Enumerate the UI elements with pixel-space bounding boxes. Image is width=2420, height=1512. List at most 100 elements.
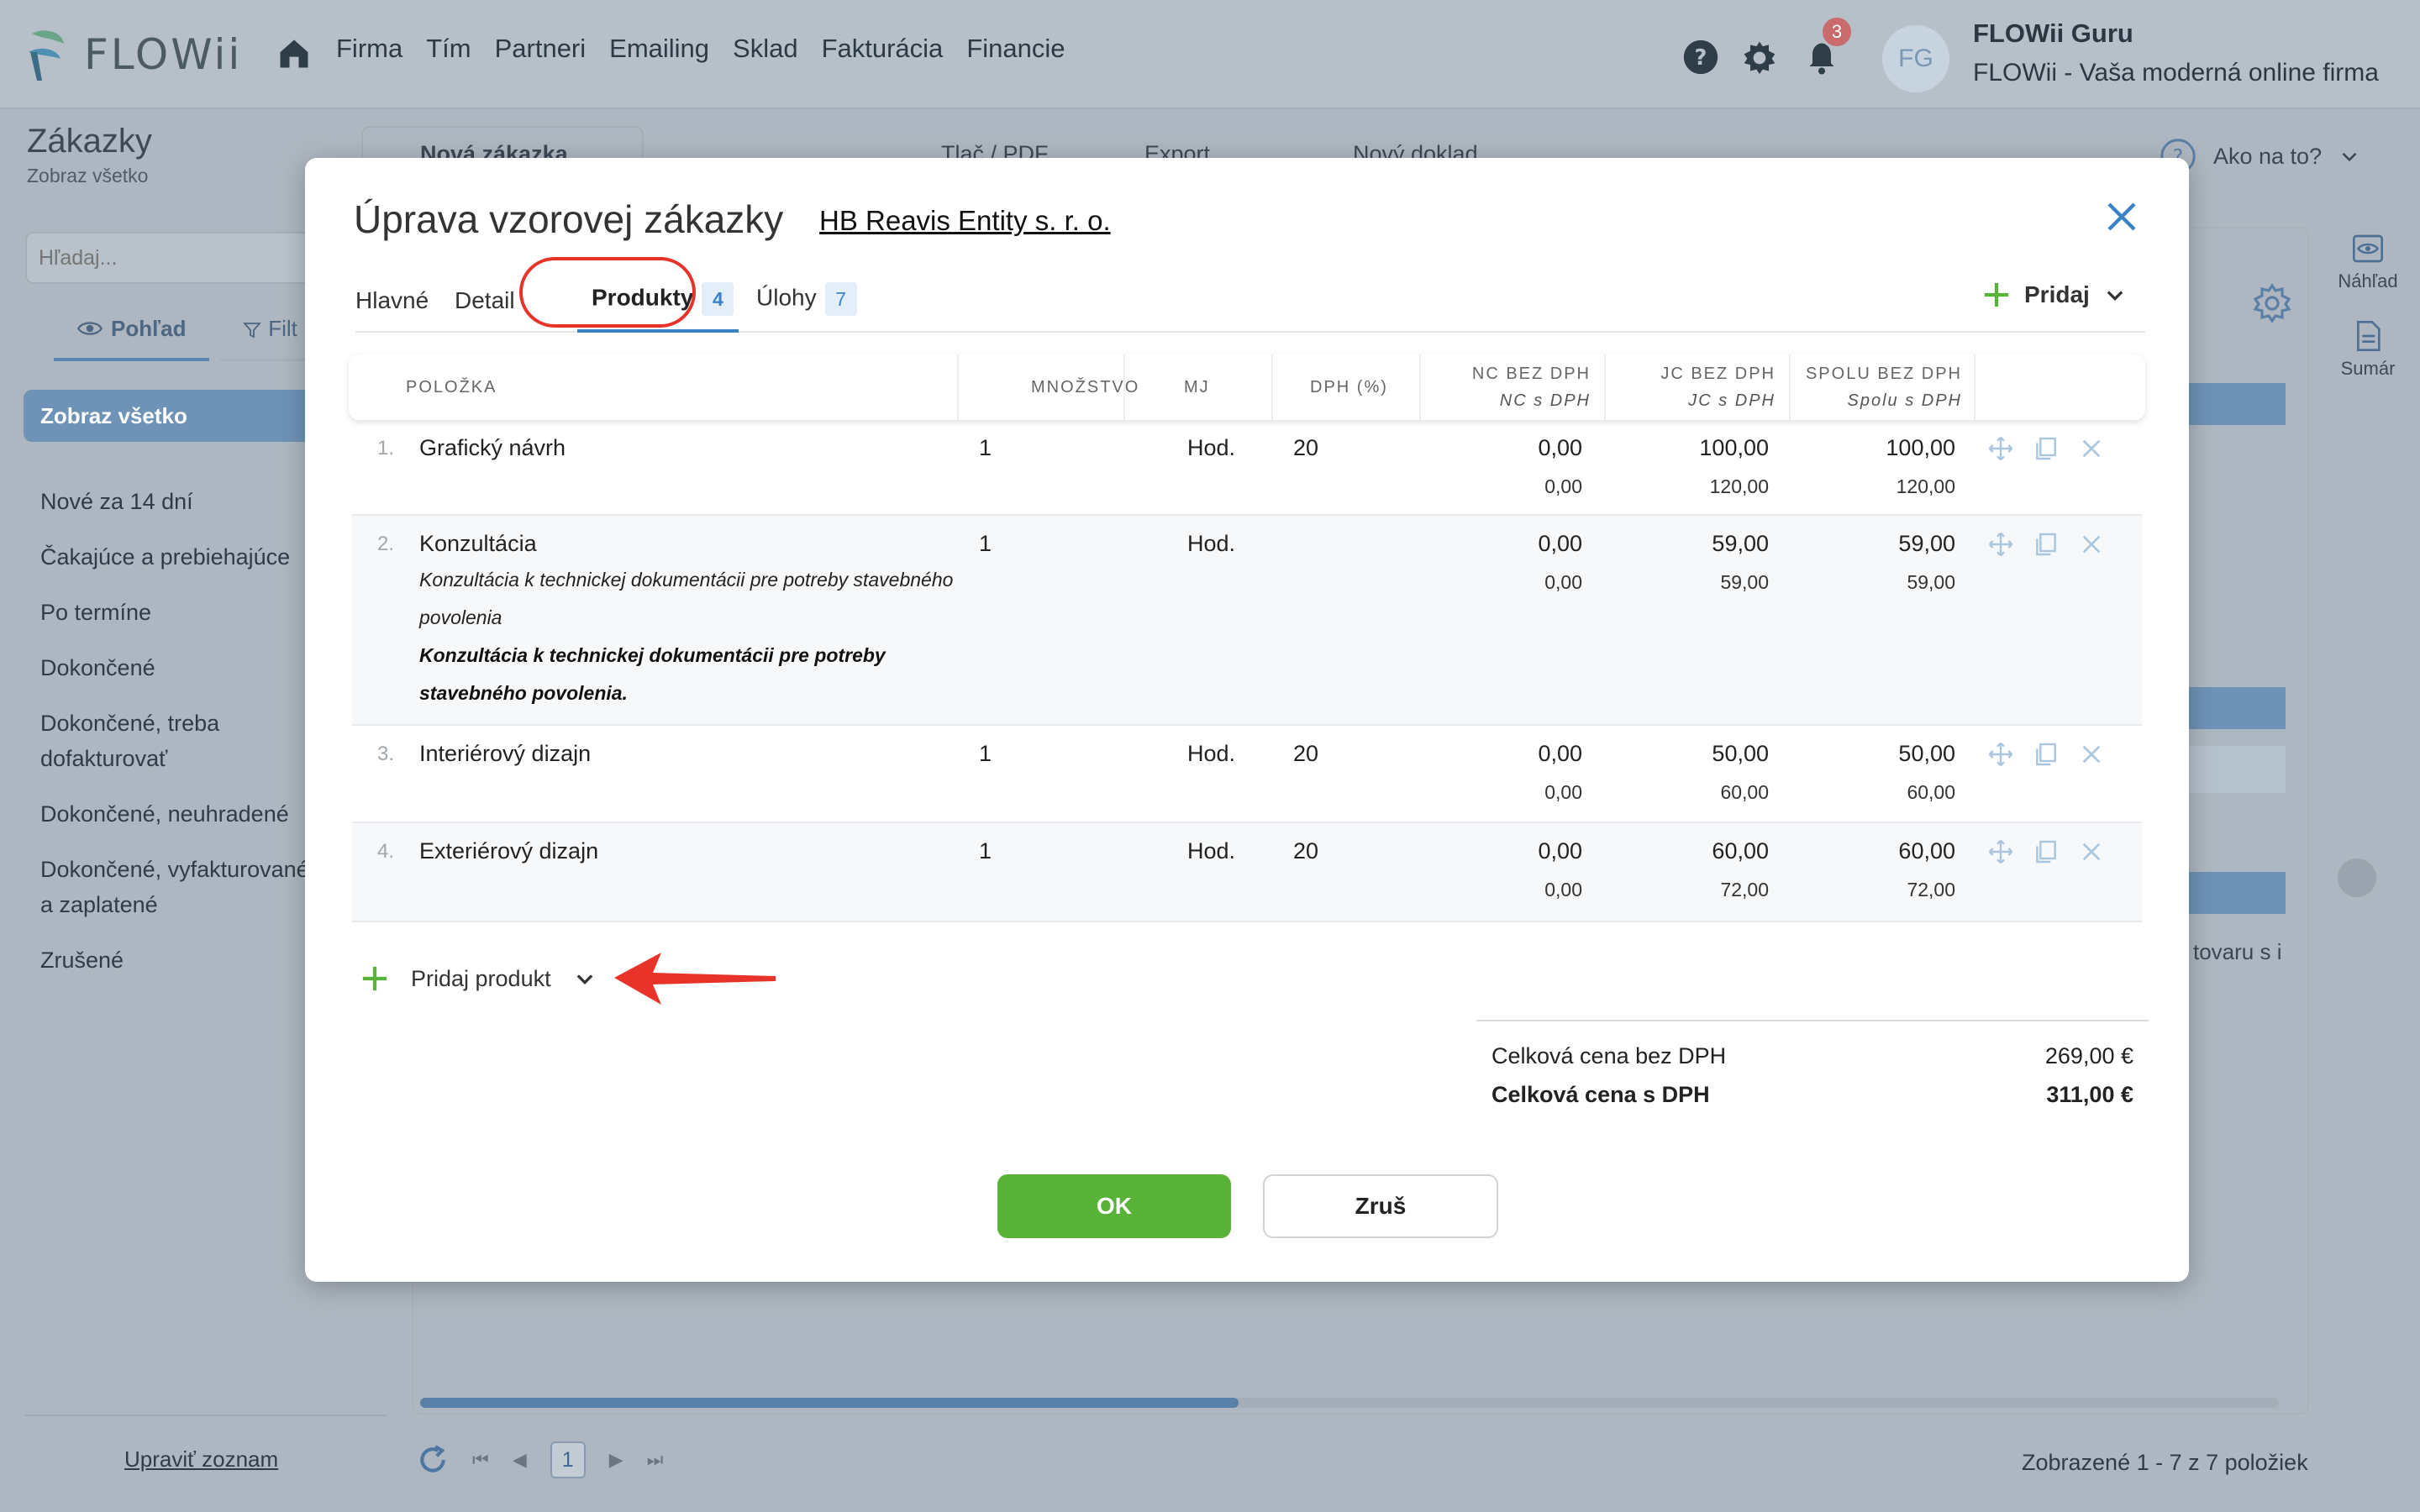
view-tab-label: Pohľad (111, 316, 187, 341)
product-unit[interactable]: Hod. (1187, 531, 1235, 557)
sidebar-item-show-all[interactable]: Zobraz všetko (24, 390, 326, 442)
sidebar-item[interactable]: Dokončené (40, 650, 318, 685)
nav-item-financie[interactable]: Financie (966, 34, 1065, 64)
copy-icon[interactable] (2033, 531, 2060, 558)
cancel-button[interactable]: Zruš (1263, 1174, 1498, 1238)
last-page-icon[interactable]: ⏭ (647, 1449, 664, 1471)
table-row[interactable]: 2. Konzultácia Konzultácia k technickej … (352, 516, 2142, 726)
table-row[interactable]: 1. Grafický návrh 1 Hod. 20 0,00 0,00 10… (352, 420, 2142, 516)
nav-item-partneri[interactable]: Partneri (495, 34, 587, 64)
product-name[interactable]: Exteriérový dizajn (419, 838, 598, 864)
modal-title: Úprava vzorovej zákazky (354, 197, 784, 241)
sidebar-item[interactable]: Dokončené, neuhradené (40, 796, 318, 832)
column-vat[interactable]: DPH (%) (1310, 378, 1388, 397)
delete-icon[interactable] (2078, 435, 2105, 462)
product-vat[interactable]: 20 (1293, 741, 1318, 767)
product-total: 50,00 (1898, 741, 1955, 766)
search-input[interactable] (25, 232, 311, 284)
add-dropdown-button[interactable]: Pridaj (1982, 281, 2127, 309)
product-quantity[interactable]: 1 (979, 435, 992, 461)
delete-icon[interactable] (2078, 531, 2105, 558)
product-nc[interactable]: 0,00 (1538, 435, 1582, 461)
delete-icon[interactable] (2078, 741, 2105, 768)
sidebar-item[interactable]: Nové za 14 dní (40, 484, 318, 519)
sidebar-item[interactable]: Čakajúce a prebiehajúce (40, 539, 318, 575)
column-separator (1974, 354, 1975, 420)
copy-icon[interactable] (2033, 838, 2060, 865)
product-total: 100,00 (1886, 435, 1955, 460)
preview-button[interactable]: Náhľad (2317, 232, 2418, 292)
product-vat[interactable]: 20 (1293, 435, 1318, 461)
home-icon[interactable] (276, 35, 313, 72)
order-totals: Celková cena bez DPH 269,00 € Celková ce… (1476, 1020, 2149, 1107)
product-quantity[interactable]: 1 (979, 531, 992, 557)
move-icon[interactable] (1987, 838, 2014, 865)
table-row[interactable]: 4. Exteriérový dizajn 1 Hod. 20 0,00 0,0… (352, 823, 2142, 922)
copy-icon[interactable] (2033, 741, 2060, 768)
delete-icon[interactable] (2078, 838, 2105, 865)
column-total[interactable]: SPOLU BEZ DPH (1806, 365, 1962, 384)
logo[interactable]: FLOWii (25, 25, 242, 84)
product-unit[interactable]: Hod. (1187, 435, 1235, 461)
copy-icon[interactable] (2033, 435, 2060, 462)
product-quantity[interactable]: 1 (979, 741, 992, 767)
edit-list-link[interactable]: Upraviť zoznam (124, 1446, 278, 1473)
move-icon[interactable] (1987, 531, 2014, 558)
sidebar-item[interactable]: Dokončené, treba dofakturovať (40, 706, 318, 776)
product-nc[interactable]: 0,00 (1538, 838, 1582, 864)
how-to-link[interactable]: ? Ako na to? (2160, 138, 2360, 175)
grid-settings-gear-icon[interactable] (2252, 282, 2292, 323)
client-link[interactable]: HB Reavis Entity s. r. o. (819, 205, 1111, 237)
total-with-vat-label: Celková cena s DPH (1491, 1082, 1710, 1107)
nav-item-emailing[interactable]: Emailing (609, 34, 709, 64)
table-row[interactable]: 3. Interiérový dizajn 1 Hod. 20 0,00 0,0… (352, 726, 2142, 823)
product-quantity[interactable]: 1 (979, 838, 992, 864)
tab-detail[interactable]: Detail (455, 287, 515, 343)
product-unit[interactable]: Hod. (1187, 741, 1235, 767)
column-jc[interactable]: JC BEZ DPH (1660, 365, 1776, 384)
product-nc[interactable]: 0,00 (1538, 531, 1582, 557)
tab-tasks[interactable]: Úlohy 7 (756, 282, 857, 338)
product-name[interactable]: Interiérový dizajn (419, 741, 591, 767)
sidebar-item[interactable]: Dokončené, vyfakturované a zaplatené (40, 852, 318, 922)
product-jc[interactable]: 59,00 (1712, 531, 1769, 557)
nav-item-fakturacia[interactable]: Fakturácia (822, 34, 944, 64)
close-icon[interactable] (2105, 200, 2139, 234)
product-jc[interactable]: 100,00 (1699, 435, 1769, 461)
help-icon[interactable]: ? (1682, 39, 1719, 76)
nav-item-sklad[interactable]: Sklad (733, 34, 798, 64)
sidebar-item[interactable]: Po termíne (40, 595, 318, 630)
scroll-left-button[interactable] (2338, 858, 2376, 897)
product-jc[interactable]: 60,00 (1712, 838, 1769, 864)
column-nc[interactable]: NC BEZ DPH (1472, 365, 1591, 384)
nav-item-firma[interactable]: Firma (336, 34, 402, 64)
move-icon[interactable] (1987, 741, 2014, 768)
settings-gear-icon[interactable] (1741, 39, 1778, 76)
product-jc[interactable]: 50,00 (1712, 741, 1769, 767)
column-unit[interactable]: MJ (1184, 378, 1210, 397)
add-product-button[interactable]: Pridaj produkt (360, 964, 597, 993)
refresh-icon[interactable] (417, 1444, 449, 1476)
chevron-down-icon[interactable] (573, 967, 597, 990)
column-item[interactable]: POLOŽKA (406, 378, 497, 397)
nav-item-tim[interactable]: Tím (426, 34, 471, 64)
ok-button[interactable]: OK (997, 1174, 1231, 1238)
product-vat[interactable]: 20 (1293, 838, 1318, 864)
product-nc[interactable]: 0,00 (1538, 741, 1582, 767)
chevron-down-icon (2107, 291, 2123, 301)
horizontal-scrollbar-thumb[interactable] (420, 1398, 1239, 1408)
avatar[interactable]: FG (1882, 25, 1949, 92)
tab-main[interactable]: Hlavné (355, 287, 429, 343)
user-company: FLOWii - Vaša moderná online firma (1973, 59, 2379, 87)
current-page-box[interactable]: 1 (550, 1441, 586, 1478)
prev-page-icon[interactable]: ◀ (513, 1449, 527, 1471)
product-unit[interactable]: Hod. (1187, 838, 1235, 864)
summary-button[interactable]: Sumár (2317, 319, 2418, 380)
move-icon[interactable] (1987, 435, 2014, 462)
product-name[interactable]: Grafický návrh (419, 435, 566, 461)
product-name[interactable]: Konzultácia (419, 531, 537, 557)
sidebar-item[interactable]: Zrušené (40, 942, 318, 978)
first-page-icon[interactable]: ⏮ (472, 1449, 489, 1471)
next-page-icon[interactable]: ▶ (609, 1449, 623, 1471)
view-tab[interactable]: Pohľad (54, 316, 209, 361)
